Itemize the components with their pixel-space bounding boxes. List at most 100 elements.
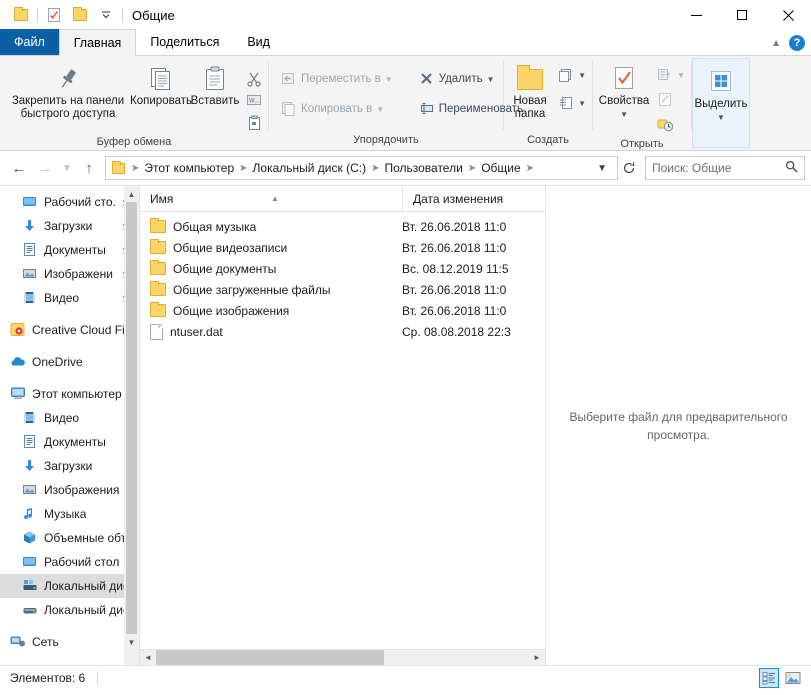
sidebar-item-network[interactable]: Сеть xyxy=(0,630,139,654)
sidebar-item-videos-quick[interactable]: Видео 📌 xyxy=(0,286,139,310)
properties-button[interactable]: Свойства ▼ xyxy=(595,60,653,121)
column-header-date[interactable]: Дата изменения xyxy=(402,185,503,212)
breadcrumb-item-users[interactable]: Пользователи xyxy=(381,161,465,175)
breadcrumb[interactable]: ➤ Этот компьютер ➤ Локальный диск (C:) ➤… xyxy=(105,156,618,180)
sidebar-item-downloads[interactable]: Загрузки xyxy=(0,454,139,478)
chevron-down-icon[interactable]: ▼ xyxy=(578,71,586,80)
copy-button[interactable]: Копировать xyxy=(130,60,192,108)
sidebar-item-3d-objects[interactable]: Объемные объ xyxy=(0,526,139,550)
table-row[interactable]: Общие документы Вс. 08.12.2019 11:5 xyxy=(140,258,545,279)
sidebar-item-documents-quick[interactable]: Документы 📌 xyxy=(0,238,139,262)
table-row[interactable]: Общие загруженные файлы Вт. 26.06.2018 1… xyxy=(140,279,545,300)
details-view-button[interactable] xyxy=(759,668,779,688)
breadcrumb-item-local-disk[interactable]: Локальный диск (C:) xyxy=(250,161,370,175)
scroll-left-arrow-icon[interactable]: ◄ xyxy=(140,650,156,666)
move-to-button[interactable]: Переместить в ▼ xyxy=(277,68,397,90)
collapse-ribbon-chevron-up-icon[interactable]: ▲ xyxy=(771,38,781,49)
large-icons-view-button[interactable] xyxy=(783,668,803,688)
sidebar-item-pictures-quick[interactable]: Изображени 📌 xyxy=(0,262,139,286)
properties-icon[interactable] xyxy=(41,2,67,28)
recent-locations-chevron-down-icon[interactable]: ▼ xyxy=(58,155,76,181)
new-item-button[interactable]: ▼ xyxy=(554,64,590,86)
scroll-up-arrow-icon[interactable]: ▲ xyxy=(124,186,139,202)
refresh-button[interactable] xyxy=(618,156,640,180)
scroll-down-arrow-icon[interactable]: ▼ xyxy=(124,634,139,650)
history-button[interactable] xyxy=(653,114,689,136)
file-icon xyxy=(150,323,163,340)
help-icon[interactable]: ? xyxy=(789,35,805,51)
file-name-cell[interactable]: Общая музыка xyxy=(140,218,402,234)
file-name-cell[interactable]: Общие видеозаписи xyxy=(140,239,402,255)
file-name-cell[interactable]: Общие изображения xyxy=(140,302,402,318)
move-to-label: Переместить в xyxy=(301,73,381,85)
pin-to-quick-access-button[interactable]: Закрепить на панели быстрого доступа xyxy=(2,60,134,121)
sidebar-item-documents[interactable]: Документы xyxy=(0,430,139,454)
delete-icon xyxy=(419,71,435,87)
sidebar-item-music[interactable]: Музыка xyxy=(0,502,139,526)
address-dropdown-chevron-down-icon[interactable]: ▼ xyxy=(591,163,613,174)
forward-button[interactable]: → xyxy=(32,155,58,181)
sidebar-item-videos[interactable]: Видео xyxy=(0,406,139,430)
chevron-down-icon[interactable]: ▼ xyxy=(717,111,725,124)
sidebar-item-local-disk-d[interactable]: Локальный дис xyxy=(0,598,139,622)
edit-button[interactable] xyxy=(653,89,689,111)
table-row[interactable]: Общие изображения Вт. 26.06.2018 11:0 xyxy=(140,300,545,321)
copy-path-button[interactable]: W... xyxy=(242,90,266,112)
file-name-cell[interactable]: Общие документы xyxy=(140,260,402,276)
sidebar-item-desktop[interactable]: Рабочий стол xyxy=(0,550,139,574)
close-button[interactable] xyxy=(765,0,811,30)
sidebar-item-onedrive[interactable]: OneDrive xyxy=(0,350,139,374)
creative-cloud-icon xyxy=(10,322,26,338)
sidebar-item-downloads-quick[interactable]: Загрузки 📌 xyxy=(0,214,139,238)
copy-to-button[interactable]: Копировать в ▼ xyxy=(277,98,397,120)
chevron-down-icon[interactable]: ▼ xyxy=(376,105,384,114)
maximize-button[interactable] xyxy=(719,0,765,30)
sidebar-item-this-pc[interactable]: Этот компьютер xyxy=(0,382,139,406)
sidebar-item-desktop-quick[interactable]: Рабочий сто. 📌 xyxy=(0,190,139,214)
select-button[interactable]: Выделить ▼ xyxy=(694,63,748,124)
cut-button[interactable] xyxy=(242,68,266,90)
scrollbar-thumb[interactable] xyxy=(156,649,384,666)
scrollbar-track[interactable] xyxy=(156,649,529,666)
tab-view[interactable]: Вид xyxy=(233,29,284,55)
customize-qat-chevron-down-icon[interactable] xyxy=(93,2,119,28)
search-input[interactable]: Поиск: Общие xyxy=(652,161,785,175)
file-list-horizontal-scrollbar[interactable]: ◄ ► xyxy=(140,649,545,666)
tab-home[interactable]: Главная xyxy=(58,29,137,56)
paste-shortcut-button[interactable] xyxy=(242,112,266,134)
table-row[interactable]: Общая музыка Вт. 26.06.2018 11:0 xyxy=(140,216,545,237)
paste-button[interactable]: Вставить xyxy=(188,60,242,108)
up-button[interactable]: ↑ xyxy=(76,155,102,181)
sidebar-item-pictures[interactable]: Изображения xyxy=(0,478,139,502)
column-header-name[interactable]: ▲ Имя xyxy=(140,186,402,212)
network-icon xyxy=(10,634,26,650)
new-folder-icon[interactable] xyxy=(67,2,93,28)
scrollbar-thumb[interactable] xyxy=(126,202,137,634)
search-icon[interactable] xyxy=(785,160,798,176)
folder-icon[interactable] xyxy=(8,2,34,28)
tab-share[interactable]: Поделиться xyxy=(136,29,233,55)
table-row[interactable]: ntuser.dat Ср. 08.08.2018 22:3 xyxy=(140,321,545,342)
breadcrumb-item-this-pc[interactable]: Этот компьютер xyxy=(141,161,237,175)
open-button[interactable]: ▼ xyxy=(653,64,689,86)
file-name-cell[interactable]: Общие загруженные файлы xyxy=(140,281,402,297)
chevron-down-icon[interactable]: ▼ xyxy=(385,75,393,84)
new-folder-button[interactable]: Новая папка xyxy=(506,60,554,121)
minimize-button[interactable] xyxy=(673,0,719,30)
sort-ascending-icon: ▲ xyxy=(271,193,279,203)
back-button[interactable]: ← xyxy=(6,155,32,181)
table-row[interactable]: Общие видеозаписи Вт. 26.06.2018 11:0 xyxy=(140,237,545,258)
scroll-right-arrow-icon[interactable]: ► xyxy=(529,650,545,666)
chevron-down-icon[interactable]: ▼ xyxy=(677,71,685,80)
sidebar-item-local-disk-c[interactable]: Локальный дис xyxy=(0,574,139,598)
chevron-down-icon[interactable]: ▼ xyxy=(578,99,586,108)
chevron-down-icon[interactable]: ▼ xyxy=(487,75,495,84)
file-name-cell[interactable]: ntuser.dat xyxy=(140,323,402,340)
chevron-down-icon[interactable]: ▼ xyxy=(620,108,628,121)
breadcrumb-item-public[interactable]: Общие xyxy=(478,161,523,175)
search-box[interactable]: Поиск: Общие xyxy=(645,156,805,180)
tab-file[interactable]: Файл xyxy=(0,29,59,55)
sidebar-item-creative-cloud[interactable]: Creative Cloud Fil xyxy=(0,318,139,342)
easy-access-button[interactable]: ▼ xyxy=(554,92,590,114)
navigation-pane-scrollbar[interactable]: ▲ ▼ xyxy=(124,186,139,665)
